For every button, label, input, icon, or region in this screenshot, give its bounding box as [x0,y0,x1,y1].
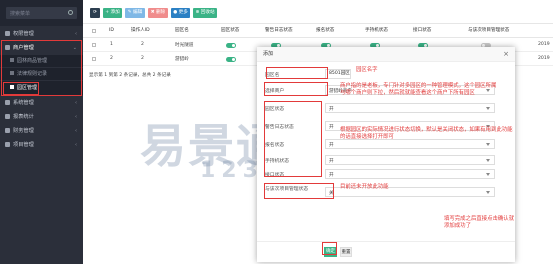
chevron-left-icon: ‹ [75,31,77,37]
column-header[interactable]: 警告日志状态 [265,24,293,38]
select-value: 开 [329,159,334,164]
sidebar-item-system[interactable]: 系统管理 ‹ [0,96,83,110]
search-input[interactable]: 搜索菜单 [6,7,77,19]
chevron-down-icon [486,143,490,146]
column-header[interactable]: 手持机状态 [365,24,388,38]
select-value: 开 [329,173,334,178]
add-button[interactable]: + 添加 [103,8,122,18]
refresh-button[interactable]: ⟳ [90,8,100,18]
select-value: 开 [329,125,334,130]
column-header[interactable]: ID [109,24,114,38]
chevron-down-icon [486,173,490,176]
sidebar-item-label: 项目管理 [13,142,34,148]
column-header[interactable]: 操作人ID [131,24,150,38]
cell-year: 2019 [538,42,550,47]
chevron-left-icon: ‹ [75,142,77,148]
select-value: 开 [329,143,334,148]
chart-icon [5,114,10,119]
close-icon[interactable]: × [503,47,509,62]
pagination-info: 显示第 1 到第 2 条记录，总共 2 条记录 [89,73,171,78]
chevron-left-icon: ‹ [75,100,77,106]
column-header[interactable]: 园区状态 [221,24,239,38]
highlight-merchant [264,82,328,96]
sidebar-item-label: 权限管理 [13,31,34,37]
cell-operator: 2 [141,42,144,47]
dialog-title: 添加 [263,51,274,57]
sidebar-search: 搜索菜单 [0,0,83,26]
sidebar-item-report[interactable]: 报表统计 ‹ [0,110,83,124]
api-status-select[interactable]: 开 [325,169,495,179]
row-checkbox[interactable] [92,43,96,47]
park-name-input[interactable]: 8501园区 [325,69,351,79]
column-header[interactable]: 与该次项目管理状态 [468,24,509,38]
folder-icon [5,142,10,147]
chevron-down-icon [486,107,490,110]
cell-id: 1 [110,42,113,47]
sidebar-item-finance[interactable]: 财务管理 ‹ [0,124,83,138]
chevron-down-icon [486,159,490,162]
highlight-project-mgmt [264,183,334,199]
edit-button[interactable]: ✎ 编辑 [125,8,145,18]
row-checkbox[interactable] [92,57,96,61]
refresh-icon: ⟳ [93,10,97,15]
chevron-left-icon: ‹ [75,114,77,120]
status-toggle[interactable] [226,57,236,62]
annotation-park-name: 园区名字 [356,67,378,73]
column-header[interactable]: 园区名 [175,24,189,38]
highlight-park-menu [3,82,39,95]
search-placeholder: 搜索菜单 [10,11,31,17]
dialog-footer: 确定 重置 [257,241,515,262]
money-icon [5,128,10,133]
cell-year: 2019 [538,56,550,61]
status-toggle[interactable] [226,43,236,48]
sidebar-item-label: 财务管理 [13,128,34,134]
cell-id: 2 [110,56,113,61]
dialog-header: 添加 × [257,47,515,62]
chevron-down-icon [486,191,490,194]
highlight-status-fields [264,101,322,177]
gear-icon [5,100,10,105]
reset-button[interactable]: 重置 [340,247,352,257]
search-icon [68,10,73,15]
recycle-button[interactable]: ⊕ 回收站 [193,8,217,18]
shield-icon [5,31,10,36]
cell-name: 时光隧道 [175,43,194,48]
delete-button[interactable]: ✖ 删除 [148,8,168,18]
annotation-status: 根据园区的实际情况进行状态切换，默认是关闭状态，如果有用到此功能的话直接选择打开… [340,127,513,140]
column-header[interactable]: 接口状态 [413,24,431,38]
select-all-checkbox[interactable] [92,29,96,33]
table-header: ID 操作人ID 园区名 园区状态 警告日志状态 报名状态 手持机状态 接口状态… [83,24,553,38]
sidebar-item-project[interactable]: 项目管理 ‹ [0,138,83,152]
handheld-status-select[interactable]: 开 [325,155,495,165]
annotation-merchant: 商户指的是老板，专门针对多园区的一种管理模式，这个园区所属与哪个商户则下拉，然后… [340,83,497,96]
cell-operator: 2 [141,56,144,61]
column-header[interactable]: 报名状态 [316,24,334,38]
cell-name: 游猎岭 [175,57,189,62]
select-value: 开 [329,107,334,112]
park-status-select[interactable]: 开 [325,103,495,113]
annotation-dev: 目前还未开放此功能 [340,184,389,190]
more-button[interactable]: ● 更多 [171,8,190,18]
annotation-submit: 填写完成之后直接点击确认就添加成功了 [444,216,515,229]
toolbar: ⟳ + 添加 ✎ 编辑 ✖ 删除 ● 更多 ⊕ 回收站 [83,0,553,24]
highlight-park-name [266,67,328,79]
sidebar-item-label: 系统管理 [13,100,34,106]
highlight-confirm [322,242,337,255]
chevron-left-icon: ‹ [75,128,77,134]
sidebar-item-label: 报表统计 [13,114,34,120]
sidebar-item-permission[interactable]: 权限管理 ‹ [0,27,83,41]
